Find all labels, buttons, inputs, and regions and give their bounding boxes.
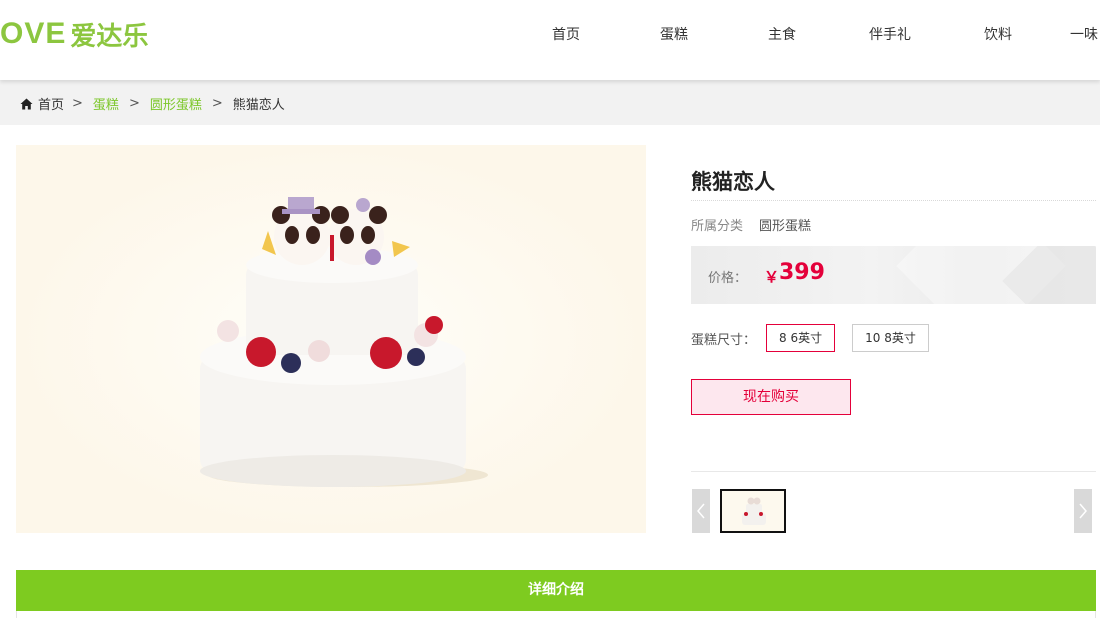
nav-item-cake[interactable]: 蛋糕 <box>620 24 728 44</box>
size-option-6in[interactable]: 8 6英寸 <box>766 324 836 352</box>
breadcrumb-separator: > <box>128 96 140 111</box>
size-option-8in[interactable]: 10 8英寸 <box>852 324 929 352</box>
category-row: 所属分类 圆形蛋糕 <box>691 215 811 234</box>
buy-now-button[interactable]: 现在购买 <box>691 379 851 415</box>
thumbnail-image <box>722 491 784 531</box>
cake-illustration <box>16 145 646 533</box>
site-logo[interactable]: OVE 爱达乐 <box>0 14 148 54</box>
product-thumbnail[interactable] <box>720 489 786 533</box>
product-main-image <box>16 145 646 533</box>
price-box: 价格： ￥ 399 <box>691 246 1096 304</box>
price-label: 价格： <box>708 271 748 286</box>
category-value: 圆形蛋糕 <box>759 219 812 234</box>
breadcrumb: 首页 > 蛋糕 > 圆形蛋糕 > 熊猫恋人 <box>20 94 285 113</box>
breadcrumb-item-round-cake[interactable]: 圆形蛋糕 <box>150 94 202 113</box>
price-value: 399 <box>779 260 825 285</box>
breadcrumb-item-cake[interactable]: 蛋糕 <box>93 94 119 113</box>
chevron-right-icon <box>1079 503 1087 519</box>
detail-content <box>16 611 1096 618</box>
chevron-left-icon <box>697 503 705 519</box>
nav-item-staple[interactable]: 主食 <box>728 24 836 44</box>
breadcrumb-current: 熊猫恋人 <box>232 98 285 113</box>
home-icon <box>20 98 33 109</box>
title-divider <box>691 200 1096 201</box>
category-label: 所属分类 <box>691 219 744 234</box>
breadcrumb-home[interactable]: 首页 <box>38 94 64 113</box>
breadcrumb-separator: > <box>72 96 83 111</box>
site-header: OVE 爱达乐 首页 蛋糕 主食 伴手礼 饮料 一味 <box>0 0 1100 80</box>
thumb-prev-button[interactable] <box>692 489 710 533</box>
nav-item-yiwei[interactable]: 一味 <box>1052 24 1100 44</box>
size-selector: 蛋糕尺寸： 8 6英寸 10 8英寸 <box>691 324 946 352</box>
thumb-next-button[interactable] <box>1074 489 1092 533</box>
detail-tab[interactable]: 详细介绍 <box>16 570 1096 611</box>
logo-text-cn: 爱达乐 <box>70 21 149 52</box>
size-label: 蛋糕尺寸： <box>691 332 757 348</box>
thumb-divider <box>691 471 1096 472</box>
main-nav: 首页 蛋糕 主食 伴手礼 饮料 一味 <box>512 0 1100 68</box>
breadcrumb-bar: 首页 > 蛋糕 > 圆形蛋糕 > 熊猫恋人 <box>0 80 1100 125</box>
nav-item-gift[interactable]: 伴手礼 <box>836 24 944 44</box>
nav-item-home[interactable]: 首页 <box>512 24 620 44</box>
breadcrumb-separator: > <box>211 96 223 111</box>
price-currency: ￥ <box>764 268 780 286</box>
logo-text-en: OVE <box>0 17 67 50</box>
product-title: 熊猫恋人 <box>691 170 775 194</box>
nav-item-drinks[interactable]: 饮料 <box>944 24 1052 44</box>
